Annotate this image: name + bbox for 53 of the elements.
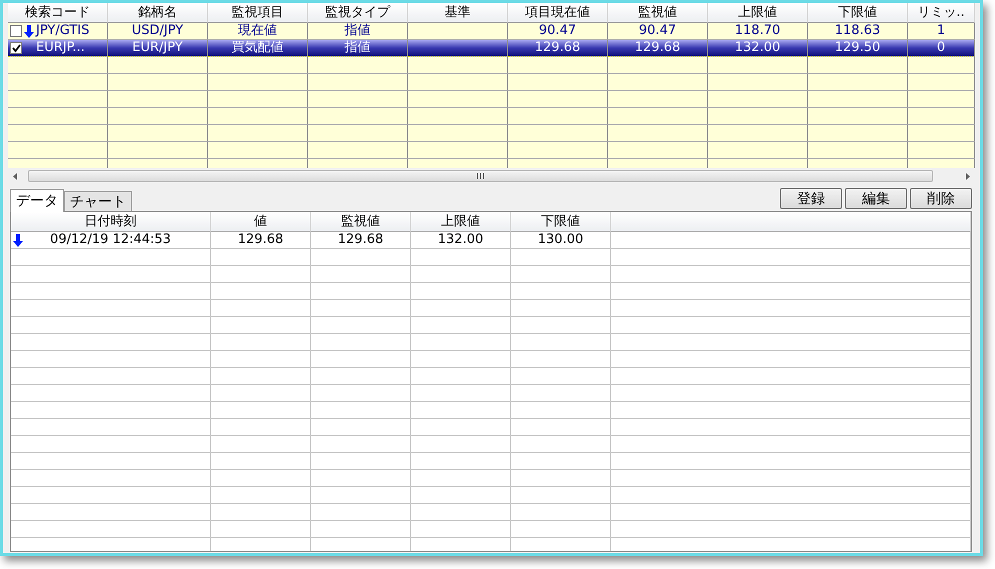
column-header[interactable]: 基準 xyxy=(408,3,508,23)
table-cell: 1 xyxy=(908,23,975,40)
table-cell: 指値 xyxy=(308,23,408,40)
code-text: JPY/GTIS xyxy=(36,23,90,39)
scroll-right-icon[interactable] xyxy=(966,172,970,180)
table-cell: USD/JPY xyxy=(108,23,208,40)
column-header[interactable]: 銘柄名 xyxy=(108,3,208,23)
tab[interactable]: チャート xyxy=(64,191,132,211)
table-cell: 132.00 xyxy=(411,232,511,249)
table-cell: 90.47 xyxy=(608,23,708,40)
down-arrow-icon xyxy=(24,24,34,38)
table-cell: 129.50 xyxy=(808,40,908,57)
table-cell: 129.68 xyxy=(608,40,708,57)
table-cell: EUR/JPY xyxy=(108,40,208,57)
table-cell: 132.00 xyxy=(708,40,808,57)
column-header[interactable]: 上限値 xyxy=(411,212,511,232)
column-header[interactable]: 値 xyxy=(211,212,311,232)
action-button[interactable]: 登録 xyxy=(780,188,842,209)
table-row-cell[interactable]: JPY/GTIS xyxy=(8,23,108,40)
column-header[interactable]: リミッ.. xyxy=(908,3,975,23)
column-header[interactable]: 監視項目 xyxy=(208,3,308,23)
table-cell: 現在値 xyxy=(208,23,308,40)
column-header[interactable]: 監視値 xyxy=(311,212,411,232)
table-cell: 90.47 xyxy=(508,23,608,40)
table-cell: 130.00 xyxy=(511,232,611,249)
table-cell: 指値 xyxy=(308,40,408,57)
action-button[interactable]: 編集 xyxy=(845,188,907,209)
column-header[interactable]: 上限値 xyxy=(708,3,808,23)
table-cell: 129.68 xyxy=(508,40,608,57)
column-header[interactable]: 検索コード xyxy=(8,3,108,23)
grip-icon xyxy=(477,173,484,179)
scroll-left-icon[interactable] xyxy=(13,172,17,180)
table-cell: 118.70 xyxy=(708,23,808,40)
scrollbar-thumb[interactable] xyxy=(28,170,933,182)
table-cell-text: 09/12/19 12:44:53 xyxy=(49,232,172,248)
column-header[interactable]: 監視値 xyxy=(608,3,708,23)
column-header[interactable]: 日付時刻 xyxy=(11,212,211,232)
tab[interactable]: データ xyxy=(10,189,64,212)
column-header[interactable]: 項目現在値 xyxy=(508,3,608,23)
action-button[interactable]: 削除 xyxy=(910,188,972,209)
down-arrow-icon xyxy=(13,234,23,246)
column-header[interactable]: 下限値 xyxy=(808,3,908,23)
table-cell: 買気配値 xyxy=(208,40,308,57)
table-cell: 129.68 xyxy=(311,232,411,249)
table-row-cell[interactable]: EURJP... xyxy=(8,40,108,57)
table-cell: 129.68 xyxy=(211,232,311,249)
column-header[interactable]: 下限値 xyxy=(511,212,611,232)
checkbox[interactable] xyxy=(10,25,22,37)
checkbox[interactable] xyxy=(10,42,22,54)
code-text: EURJP... xyxy=(36,40,85,56)
column-header[interactable]: 監視タイプ xyxy=(308,3,408,23)
table-cell: 118.63 xyxy=(808,23,908,40)
table-cell: 0 xyxy=(908,40,975,57)
